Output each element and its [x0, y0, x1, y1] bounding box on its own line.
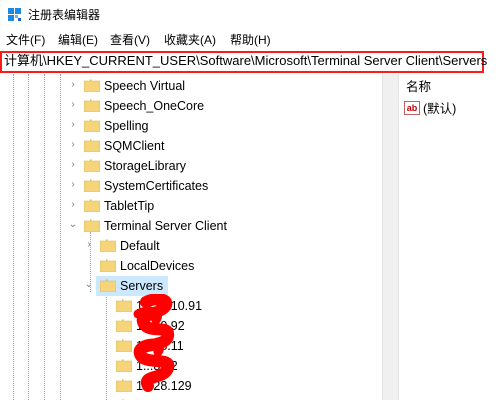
chevron-right-icon[interactable]: ›: [68, 120, 78, 130]
tree-node[interactable]: › TabletTip: [68, 196, 268, 216]
tree-node[interactable]: › SQMClient: [68, 136, 268, 156]
address-path[interactable]: 计算机\HKEY_CURRENT_USER\Software\Microsoft…: [4, 54, 487, 68]
tree-node-selected[interactable]: ⌄ Servers: [84, 276, 284, 296]
chevron-right-icon[interactable]: ›: [68, 80, 78, 90]
menu-file[interactable]: 文件(F): [4, 32, 47, 48]
column-header-name[interactable]: 名称: [406, 80, 431, 94]
title-bar: 注册表编辑器: [0, 0, 496, 30]
menu-help[interactable]: 帮助(H): [228, 32, 273, 48]
tree-scrollbar[interactable]: [383, 74, 398, 400]
folder-icon: [84, 179, 100, 192]
values-pane[interactable]: 名称 ab (默认): [400, 74, 496, 400]
folder-icon: [100, 239, 116, 252]
pane-splitter: [398, 74, 399, 400]
chevron-right-icon[interactable]: ›: [68, 140, 78, 150]
tree-node[interactable]: › Spelling: [68, 116, 268, 136]
tree-node-label: TabletTip: [104, 199, 155, 213]
tree-node-label: Spelling: [104, 119, 149, 133]
chevron-right-icon[interactable]: ›: [68, 160, 78, 170]
tree-node[interactable]: [100, 396, 300, 400]
registry-editor-icon: [8, 8, 21, 21]
tree-node-label: Default: [120, 239, 160, 253]
tree-node[interactable]: › StorageLibrary: [68, 156, 268, 176]
tree-node[interactable]: › SystemCertificates: [68, 176, 268, 196]
folder-open-icon: [84, 219, 100, 232]
folder-icon: [84, 139, 100, 152]
tree-node[interactable]: › Speech Virtual: [68, 76, 268, 96]
tree-guide-line: [60, 74, 61, 400]
chevron-right-icon[interactable]: ›: [68, 100, 78, 110]
tree-node-label: SystemCertificates: [104, 179, 209, 193]
tree-guide-line: [28, 74, 29, 400]
string-value-icon: ab: [404, 101, 420, 115]
tree-node-label: SQMClient: [104, 139, 165, 153]
tree-guide-line: [13, 74, 14, 400]
tree-node-label: Servers: [120, 279, 164, 293]
address-bar[interactable]: 计算机\HKEY_CURRENT_USER\Software\Microsoft…: [0, 50, 496, 74]
chevron-right-icon[interactable]: ›: [68, 200, 78, 210]
window-title: 注册表编辑器: [28, 8, 101, 22]
folder-open-icon: [100, 279, 116, 292]
tree-node[interactable]: ⌄ Terminal Server Client: [68, 216, 288, 236]
value-name: (默认): [423, 102, 457, 116]
redaction-scribble: [133, 294, 175, 392]
tree-node[interactable]: › Default: [84, 236, 284, 256]
tree-guide-line: [44, 74, 45, 400]
menu-favorites[interactable]: 收藏夹(A): [162, 32, 218, 48]
chevron-down-icon[interactable]: ⌄: [68, 220, 78, 230]
tree-node-label: Speech_OneCore: [104, 99, 205, 113]
tree-node-label: Terminal Server Client: [104, 219, 227, 233]
key-tree-pane[interactable]: › Speech Virtual › Speech_OneCore › Spel…: [0, 74, 380, 400]
chevron-right-icon[interactable]: ›: [84, 240, 94, 250]
menu-edit[interactable]: 编辑(E): [56, 32, 100, 48]
menu-bar: 文件(F) 编辑(E) 查看(V) 收藏夹(A) 帮助(H): [0, 30, 496, 50]
folder-icon: [84, 99, 100, 112]
tree-node-label: Speech Virtual: [104, 79, 186, 93]
folder-icon: [100, 259, 116, 272]
tree-node-label: StorageLibrary: [104, 159, 186, 173]
menu-view[interactable]: 查看(V): [108, 32, 152, 48]
folder-icon: [84, 159, 100, 172]
tree-node-label: LocalDevices: [120, 259, 195, 273]
chevron-right-icon[interactable]: ›: [68, 180, 78, 190]
folder-icon: [84, 199, 100, 212]
tree-node[interactable]: LocalDevices: [84, 256, 284, 276]
folder-icon: [84, 119, 100, 132]
pane-splitter[interactable]: [382, 74, 383, 400]
folder-icon: [84, 79, 100, 92]
tree-node[interactable]: › Speech_OneCore: [68, 96, 268, 116]
chevron-down-icon[interactable]: ⌄: [84, 280, 94, 290]
